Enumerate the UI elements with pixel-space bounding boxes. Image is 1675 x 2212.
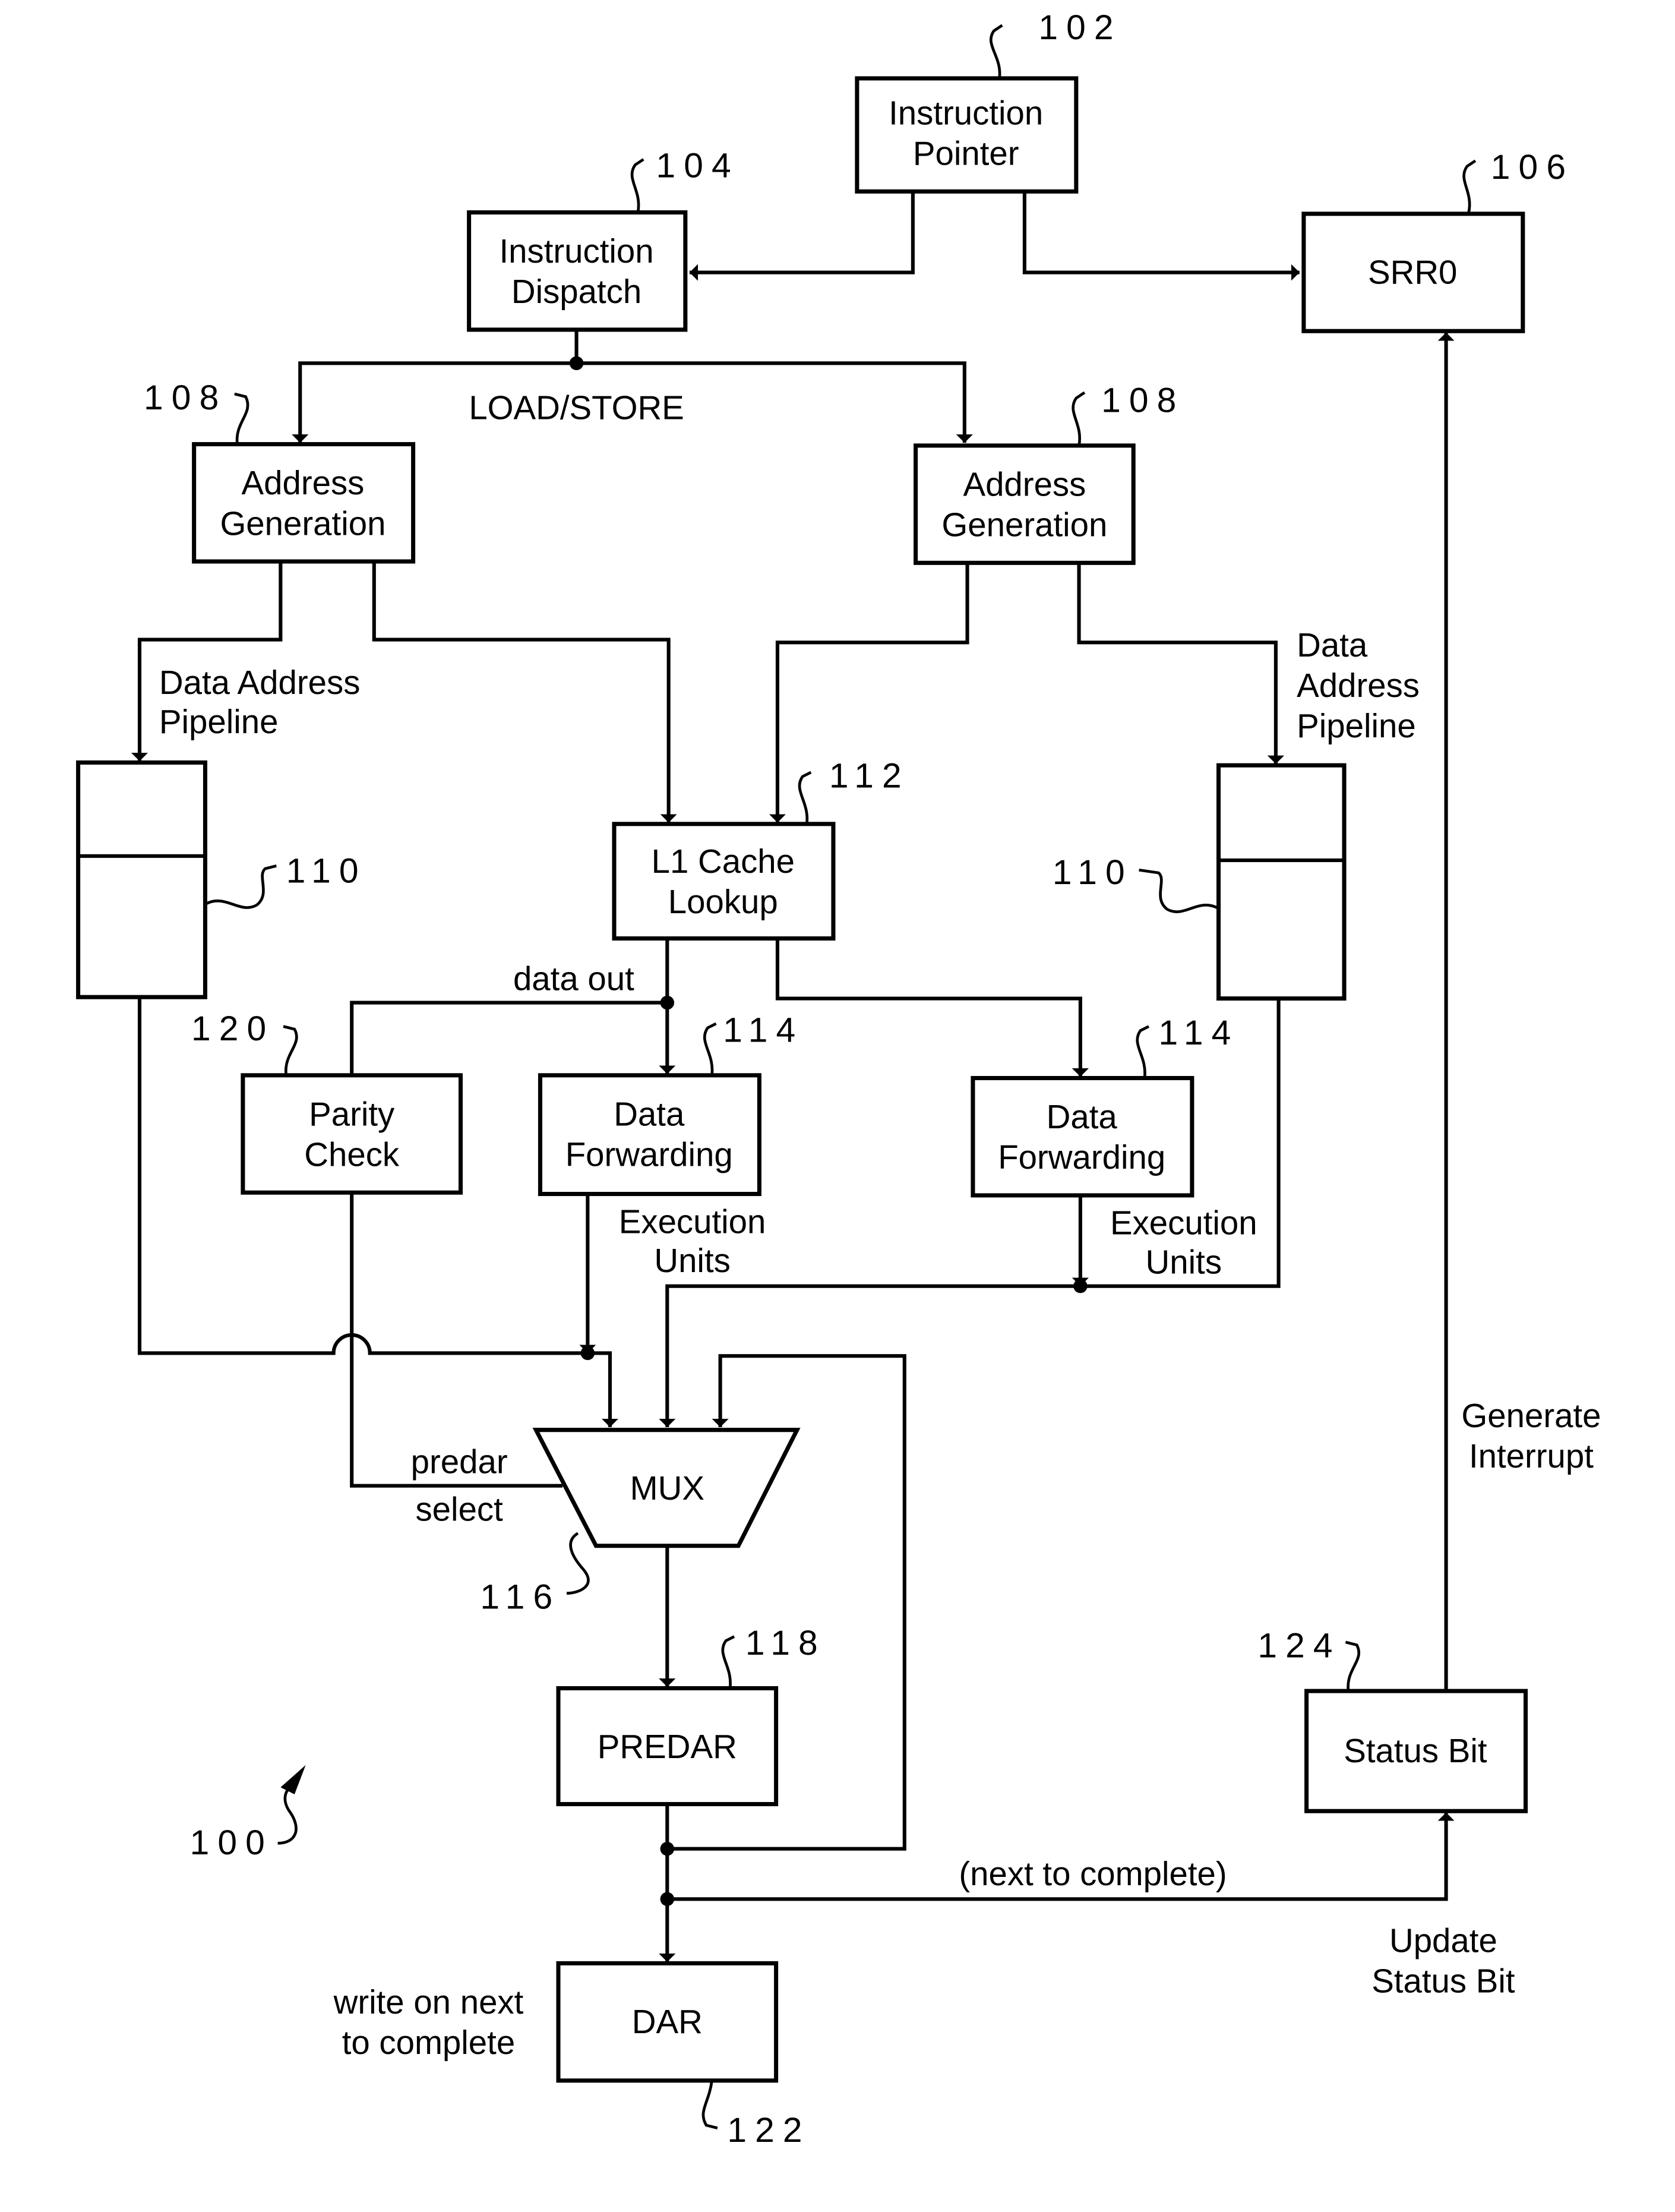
block-label: Parity: [309, 1095, 395, 1132]
label-data-address-pipeline-right: Address: [1297, 667, 1420, 704]
ref-numeral: 100: [190, 1823, 273, 1862]
ref-numeral: 108: [144, 378, 227, 417]
wire-ip-to-srr0: [1022, 193, 1300, 281]
block-label: Generation: [220, 504, 385, 542]
block-srr0: SRR0 106: [1301, 148, 1574, 333]
ref-numeral: 104: [656, 147, 739, 185]
label-data-out: data out: [513, 960, 634, 997]
label-load-store: LOAD/STORE: [469, 389, 684, 426]
block-mux: MUX 116: [480, 1428, 801, 1617]
ref-numeral: 114: [723, 1011, 804, 1049]
block-address-generation-right: Address Generation 108: [914, 381, 1184, 565]
block-data-forwarding-right: Data Forwarding 114: [971, 1014, 1239, 1198]
block-status-bit: Status Bit 124: [1257, 1627, 1528, 1813]
label-generate-interrupt: Interrupt: [1469, 1437, 1594, 1475]
block-instruction-dispatch: Instruction Dispatch 104: [467, 147, 739, 332]
label-execution-units-right: Units: [1146, 1244, 1222, 1281]
block-pipeline-left: 110: [76, 760, 367, 999]
ref-numeral: 106: [1491, 148, 1574, 187]
ref-numeral: 122: [727, 2111, 810, 2150]
ref-numeral: 110: [286, 852, 367, 891]
block-data-forwarding-left: Data Forwarding 114: [538, 1011, 804, 1197]
block-label: Forwarding: [998, 1138, 1165, 1176]
label-update-status-bit: Status Bit: [1371, 1962, 1515, 2000]
block-pipeline-right: 110: [1053, 763, 1347, 1001]
block-l1-cache-lookup: L1 Cache Lookup 112: [612, 757, 910, 941]
label-next-to-complete: (next to complete): [959, 1855, 1227, 1892]
label-data-address-pipeline-left: Data Address: [159, 664, 361, 701]
block-parity-check: Parity Check 120: [191, 1009, 463, 1195]
block-diagram: Instruction Pointer 102 Instruction Disp…: [76, 8, 1601, 2150]
block-label: Forwarding: [565, 1136, 733, 1173]
ref-numeral: 102: [1038, 8, 1121, 47]
label-write-on-next: write on next: [333, 1983, 524, 2021]
block-label: Data: [1047, 1098, 1118, 1135]
block-label: Dispatch: [511, 273, 641, 310]
arrow-icon: [280, 1765, 306, 1795]
junction-dot: [569, 356, 584, 371]
block-dar: DAR 122: [556, 1961, 810, 2150]
block-label: Generation: [941, 506, 1107, 544]
block-label: Instruction: [889, 94, 1043, 131]
wire-ag-right-to-pipeline: [1077, 564, 1284, 764]
ref-numeral: 114: [1158, 1014, 1239, 1052]
junction-dot: [660, 995, 675, 1010]
block-label: Data: [614, 1095, 685, 1132]
ref-numeral: 120: [191, 1009, 274, 1048]
block-label: Pointer: [913, 135, 1019, 172]
block-label: Status Bit: [1344, 1732, 1487, 1769]
ref-numeral: 118: [745, 1624, 826, 1662]
junction-dot: [1073, 1279, 1088, 1293]
ref-numeral: 110: [1053, 853, 1133, 892]
wire-junction-to-mux-1: [587, 1351, 619, 1428]
block-label: L1 Cache: [652, 842, 795, 880]
block-label: Lookup: [668, 883, 778, 920]
wire-l1-to-df-right: [775, 938, 1089, 1077]
label-write-on-next: to complete: [342, 2024, 516, 2061]
wire-ip-to-dispatch: [689, 193, 915, 281]
figure-reference: 100: [190, 1765, 306, 1862]
wire-dataout-to-parity: [350, 1001, 668, 1074]
junction-dot: [580, 1346, 595, 1361]
label-data-address-pipeline-left: Pipeline: [159, 703, 279, 740]
ref-numeral: 116: [480, 1578, 561, 1617]
ref-numeral: 124: [1257, 1627, 1341, 1665]
ref-numeral: 108: [1101, 381, 1184, 420]
wire-parity-to-select: [350, 1192, 563, 1488]
block-address-generation-left: Address Generation 108: [144, 378, 416, 564]
label-data-address-pipeline-right: Pipeline: [1297, 707, 1416, 744]
block-label: Address: [242, 464, 365, 501]
block-predar: PREDAR 118: [556, 1624, 826, 1807]
label-generate-interrupt: Generate: [1461, 1397, 1601, 1434]
block-instruction-pointer: Instruction Pointer 102: [855, 8, 1121, 194]
block-label: MUX: [630, 1469, 704, 1507]
block-label: Check: [304, 1136, 400, 1173]
label-data-address-pipeline-right: Data: [1297, 626, 1368, 664]
wire-ag-left-to-l1: [372, 561, 677, 823]
ref-numeral: 112: [829, 757, 910, 796]
label-predar-select: predar: [411, 1443, 508, 1481]
block-label: SRR0: [1368, 253, 1457, 291]
label-execution-units-right: Execution: [1110, 1204, 1257, 1242]
block-label: Instruction: [499, 232, 653, 270]
label-execution-units-left: Units: [654, 1242, 730, 1279]
label-predar-select: select: [415, 1490, 503, 1528]
block-label: DAR: [632, 2003, 703, 2040]
junction-dot: [660, 1841, 675, 1856]
label-update-status-bit: Update: [1389, 1922, 1497, 1959]
block-label: Address: [963, 466, 1086, 503]
block-label: PREDAR: [598, 1728, 737, 1765]
label-execution-units-left: Execution: [619, 1203, 766, 1240]
